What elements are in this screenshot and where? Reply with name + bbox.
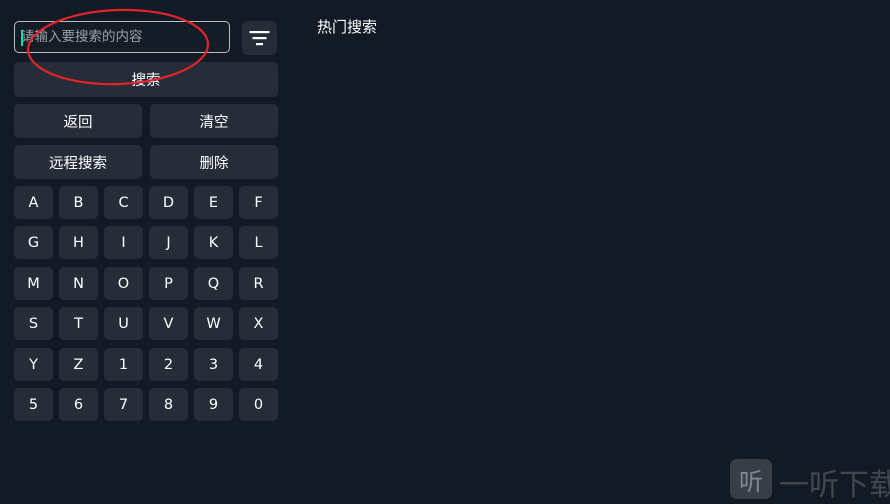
back-button[interactable]: 返回 <box>14 104 142 138</box>
filter-button[interactable] <box>242 21 277 55</box>
key-8[interactable]: 8 <box>149 388 188 421</box>
filter-icon <box>249 31 270 46</box>
key-e[interactable]: E <box>194 186 233 219</box>
key-i[interactable]: I <box>104 226 143 259</box>
key-u[interactable]: U <box>104 307 143 340</box>
key-h[interactable]: H <box>59 226 98 259</box>
search-box[interactable] <box>14 21 230 53</box>
key-3[interactable]: 3 <box>194 348 233 381</box>
key-z[interactable]: Z <box>59 348 98 381</box>
key-k[interactable]: K <box>194 226 233 259</box>
key-t[interactable]: T <box>59 307 98 340</box>
key-9[interactable]: 9 <box>194 388 233 421</box>
key-y[interactable]: Y <box>14 348 53 381</box>
key-1[interactable]: 1 <box>104 348 143 381</box>
key-o[interactable]: O <box>104 267 143 300</box>
key-a[interactable]: A <box>14 186 53 219</box>
key-d[interactable]: D <box>149 186 188 219</box>
key-l[interactable]: L <box>239 226 278 259</box>
key-w[interactable]: W <box>194 307 233 340</box>
key-x[interactable]: X <box>239 307 278 340</box>
key-5[interactable]: 5 <box>14 388 53 421</box>
delete-button[interactable]: 删除 <box>150 145 278 179</box>
search-input[interactable] <box>21 22 221 51</box>
key-q[interactable]: Q <box>194 267 233 300</box>
hot-search-title: 热门搜索 <box>317 18 378 36</box>
key-4[interactable]: 4 <box>239 348 278 381</box>
key-6[interactable]: 6 <box>59 388 98 421</box>
key-g[interactable]: G <box>14 226 53 259</box>
watermark-text: 一听下载 <box>779 468 890 503</box>
key-p[interactable]: P <box>149 267 188 300</box>
key-s[interactable]: S <box>14 307 53 340</box>
clear-button[interactable]: 清空 <box>150 104 278 138</box>
key-r[interactable]: R <box>239 267 278 300</box>
key-b[interactable]: B <box>59 186 98 219</box>
search-button[interactable]: 搜索 <box>14 62 278 97</box>
key-n[interactable]: N <box>59 267 98 300</box>
key-0[interactable]: 0 <box>239 388 278 421</box>
key-f[interactable]: F <box>239 186 278 219</box>
key-2[interactable]: 2 <box>149 348 188 381</box>
watermark: 听 一听下载 <box>729 458 890 503</box>
key-v[interactable]: V <box>149 307 188 340</box>
key-c[interactable]: C <box>104 186 143 219</box>
key-7[interactable]: 7 <box>104 388 143 421</box>
remote-search-button[interactable]: 远程搜索 <box>14 145 142 179</box>
key-m[interactable]: M <box>14 267 53 300</box>
watermark-logo-icon: 听 <box>730 459 772 499</box>
key-j[interactable]: J <box>149 226 188 259</box>
